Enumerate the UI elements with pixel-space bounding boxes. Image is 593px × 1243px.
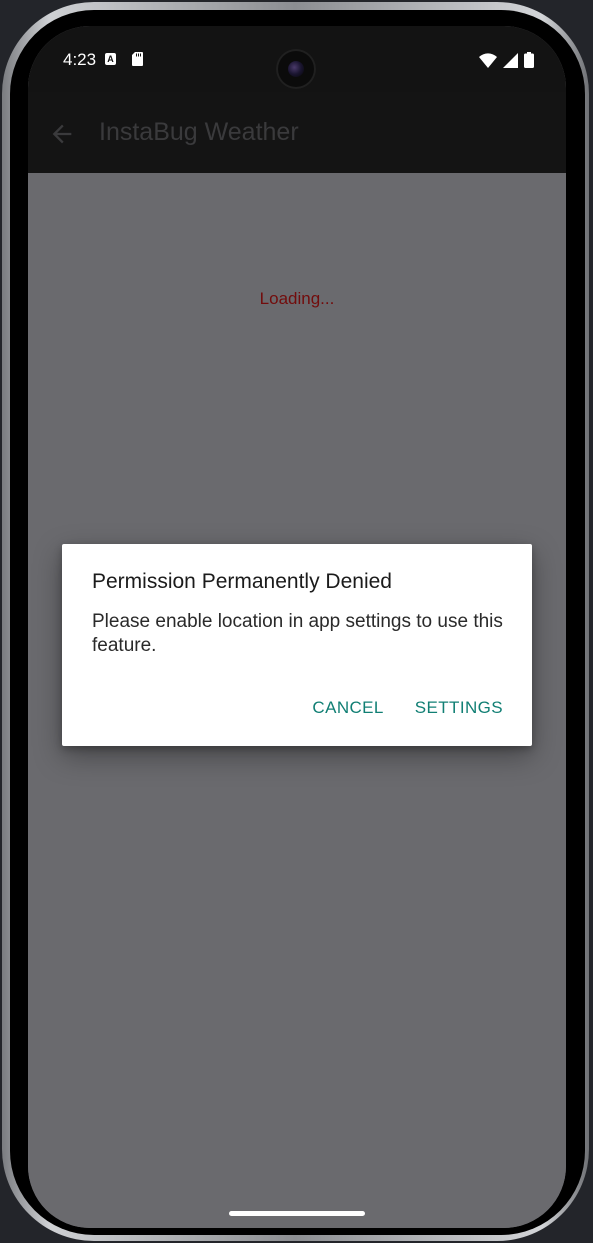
app-title: InstaBug Weather [99,118,299,146]
device-page: 4:23 A InstaBug Weather Loading... Permi… [0,0,593,1243]
permission-dialog: Permission Permanently Denied Please ena… [62,544,532,746]
sd-card-icon [132,52,143,66]
app-bar: InstaBug Weather [28,92,566,173]
dialog-actions: CANCEL SETTINGS [312,698,503,718]
camera-lens [288,61,304,77]
front-camera [276,49,316,89]
device-screen: 4:23 A InstaBug Weather Loading... Permi… [28,26,566,1228]
loading-text: Loading... [259,289,335,308]
battery-icon [524,52,534,68]
home-indicator[interactable] [229,1211,365,1216]
dialog-message: Please enable location in app settings t… [92,611,503,656]
settings-button[interactable]: SETTINGS [415,698,503,718]
dialog-title: Permission Permanently Denied [92,570,392,593]
cancel-button[interactable]: CANCEL [312,698,383,718]
status-right-icons [479,52,534,68]
a-notification-icon: A [105,53,116,65]
cellular-signal-icon [503,52,518,68]
status-time: 4:23 [63,50,97,69]
wifi-icon [479,52,497,68]
arrow-back-icon[interactable] [48,120,76,148]
status-bar: 4:23 A [28,26,566,92]
